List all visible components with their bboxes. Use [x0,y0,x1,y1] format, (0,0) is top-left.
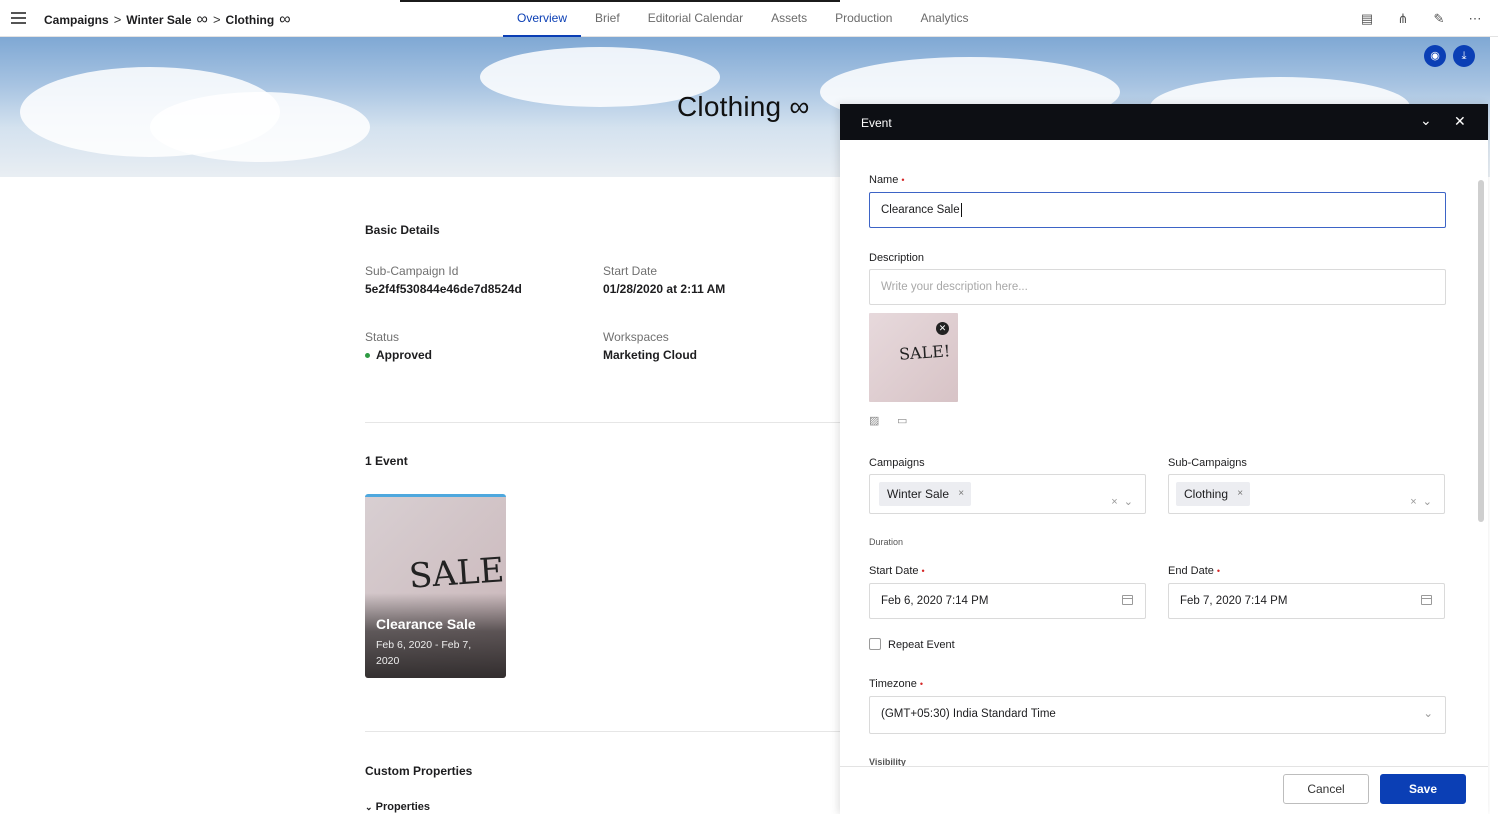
cloud-shape [150,92,370,162]
description-input[interactable]: Write your description here... [869,269,1446,305]
chevron-down-icon[interactable]: ⌄ [1124,496,1133,508]
section-divider [365,422,840,423]
event-card[interactable]: SALE! Clearance Sale Feb 6, 2020 - Feb 7… [365,494,506,678]
chevron-down-icon[interactable]: ⌄ [1420,112,1432,129]
start-date-value: 01/28/2020 at 2:11 AM [603,282,726,296]
image-upload-icon[interactable]: ▨ [869,414,879,427]
infinity-icon: ∞ [279,10,291,28]
page-title: Clothing ∞ [677,91,810,122]
end-date-input[interactable]: Feb 7, 2020 7:14 PM [1168,583,1445,619]
name-label: Name • [869,174,905,186]
close-icon[interactable]: ✕ [1454,113,1466,130]
timezone-select[interactable]: (GMT+05:30) India Standard Time ⌄ [869,696,1446,734]
repeat-event-label: Repeat Event [888,639,955,651]
sale-image-text: SALE! [407,549,506,597]
start-date-label: Start Date [603,264,658,278]
status-value: Approved [365,348,432,362]
end-date-label: End Date • [1168,565,1221,577]
properties-toggle[interactable]: ⌄ Properties [365,801,430,813]
basic-details-heading: Basic Details [365,223,440,237]
timezone-label: Timezone • [869,678,924,690]
camera-icon[interactable]: ◉ [1424,45,1446,67]
workspaces-label: Workspaces [603,330,669,344]
chevron-down-icon[interactable]: ⌄ [1423,496,1432,508]
infinity-icon: ∞ [789,91,810,122]
download-icon[interactable]: ⤓ [1453,45,1475,67]
tab-production[interactable]: Production [821,0,906,37]
tab-analytics[interactable]: Analytics [906,0,982,37]
calendar-icon[interactable] [1421,595,1432,605]
status-dot-icon [365,353,370,359]
sub-campaign-chip: Clothing × [1176,482,1251,506]
start-date-input[interactable]: Feb 6, 2020 7:14 PM [869,583,1146,619]
custom-properties-heading: Custom Properties [365,764,473,778]
video-upload-icon[interactable]: ▭ [897,414,907,427]
top-bar: Campaigns > Winter Sale ∞ > Clothing ∞ O… [0,0,1498,37]
breadcrumb: Campaigns > Winter Sale ∞ > Clothing ∞ [44,10,291,28]
event-card-title: Clearance Sale [376,616,476,632]
sub-campaign-id-value: 5e2f4f530844e46de7d8524d [365,282,522,296]
sub-campaign-id-field: Sub-Campaign Id 5e2f4f530844e46de7d8524d [365,264,522,296]
breadcrumb-clothing[interactable]: Clothing [226,13,275,27]
workspaces-value: Marketing Cloud [603,348,698,362]
more-icon[interactable]: ⋯ [1468,11,1482,27]
calendar-icon[interactable] [1122,595,1133,605]
section-divider [365,731,840,732]
sub-campaigns-label: Sub-Campaigns [1168,457,1247,469]
breadcrumb-winter-sale[interactable]: Winter Sale [126,13,191,27]
clear-and-chevron[interactable]: × ⌄ [1111,485,1133,519]
chip-remove-icon[interactable]: × [958,482,964,506]
edit-icon[interactable]: ✎ [1432,11,1446,27]
name-input[interactable]: Clearance Sale [869,192,1446,228]
breadcrumb-campaigns[interactable]: Campaigns [44,13,109,27]
sale-image-text: SALE! [898,341,951,364]
tab-assets[interactable]: Assets [757,0,821,37]
tab-brief[interactable]: Brief [581,0,634,37]
infinity-icon: ∞ [196,10,208,28]
repeat-event-checkbox[interactable] [869,638,881,650]
event-panel-body: Name • Clearance Sale Description Write y… [840,140,1488,766]
tab-overview[interactable]: Overview [503,0,582,37]
start-date-label: Start Date • [869,565,925,577]
menu-icon[interactable] [11,12,26,24]
toolbar: ▤ ⋔ ✎ ⋯ [1360,11,1482,27]
clear-and-chevron[interactable]: × ⌄ [1410,485,1432,519]
event-card-dates: Feb 6, 2020 - Feb 7, 2020 [376,639,472,667]
events-heading: 1 Event [365,454,408,468]
tab-editorial-calendar[interactable]: Editorial Calendar [634,0,757,37]
visibility-label: Visibility [869,757,906,766]
page-edge [1490,37,1498,814]
clear-icon[interactable]: × [1111,496,1117,508]
breadcrumb-separator: > [212,12,221,27]
chevron-down-icon[interactable]: ⌄ [1423,697,1433,731]
sub-campaigns-select[interactable]: Clothing × × ⌄ [1168,474,1445,514]
hierarchy-icon[interactable]: ⋔ [1396,11,1410,27]
nav-tabs: Overview Brief Editorial Calendar Assets… [503,0,983,37]
duration-label: Duration [869,537,904,547]
chevron-down-icon: ⌄ [365,802,373,812]
workspaces-field: Workspaces Marketing Cloud [603,330,697,362]
description-label: Description [869,252,925,264]
campaigns-label: Campaigns [869,457,925,469]
campaigns-select[interactable]: Winter Sale × × ⌄ [869,474,1146,514]
clear-icon[interactable]: × [1410,496,1416,508]
scrollbar[interactable] [1478,180,1484,522]
status-field: Status Approved [365,330,432,362]
event-panel-title: Event [861,116,892,130]
remove-image-icon[interactable]: ✕ [936,322,949,335]
campaign-chip: Winter Sale × [879,482,972,506]
document-icon[interactable]: ▤ [1360,11,1374,27]
event-image-thumbnail: SALE! ✕ [869,313,958,402]
breadcrumb-separator: > [113,12,122,27]
status-label: Status [365,330,400,344]
start-date-field: Start Date 01/28/2020 at 2:11 AM [603,264,725,296]
event-panel-header: Event ⌄ ✕ [840,104,1488,140]
save-button[interactable]: Save [1380,774,1466,804]
event-panel-footer: Cancel Save [840,766,1488,814]
chip-remove-icon[interactable]: × [1237,482,1243,506]
sub-campaign-id-label: Sub-Campaign Id [365,264,459,278]
cancel-button[interactable]: Cancel [1283,774,1369,804]
event-panel: Event ⌄ ✕ Name • Clearance Sale Descripti… [840,104,1488,814]
